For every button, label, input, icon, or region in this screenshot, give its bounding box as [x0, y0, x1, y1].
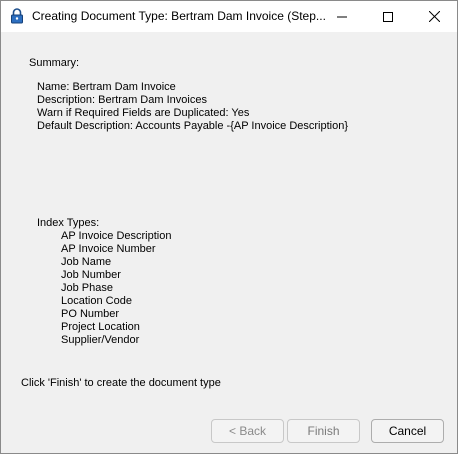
close-button[interactable] [411, 1, 457, 32]
wizard-content: Summary: Name: Bertram Dam Invoice Descr… [1, 32, 457, 453]
back-button[interactable]: < Back [211, 419, 284, 443]
summary-name: Name: Bertram Dam Invoice [37, 81, 176, 93]
summary-default-description: Default Description: Accounts Payable -{… [37, 120, 349, 132]
window-title: Creating Document Type: Bertram Dam Invo… [32, 9, 326, 23]
minimize-button[interactable] [319, 1, 365, 32]
lock-icon [10, 8, 24, 24]
index-types-label: Index Types: [37, 217, 100, 229]
maximize-button[interactable] [365, 1, 411, 32]
cancel-button[interactable]: Cancel [371, 419, 444, 443]
minimize-icon [337, 16, 347, 17]
index-type-item: Job Name [61, 256, 112, 268]
wizard-window: Creating Document Type: Bertram Dam Invo… [0, 0, 458, 454]
finish-hint: Click 'Finish' to create the document ty… [21, 377, 221, 389]
index-type-item: Supplier/Vendor [61, 334, 140, 346]
summary-description: Description: Bertram Dam Invoices [37, 94, 207, 106]
index-type-item: Project Location [61, 321, 140, 333]
index-type-item: Job Phase [61, 282, 113, 294]
index-type-item: PO Number [61, 308, 120, 320]
maximize-icon [383, 11, 393, 22]
index-type-item: Job Number [61, 269, 121, 281]
summary-label: Summary: [29, 57, 80, 69]
index-types-list: AP Invoice Description AP Invoice Number… [61, 230, 171, 347]
finish-button[interactable]: Finish [287, 419, 360, 443]
summary-warn-duplicates: Warn if Required Fields are Duplicated: … [37, 107, 250, 119]
summary-details: Name: Bertram Dam Invoice Description: B… [37, 81, 348, 133]
index-type-item: AP Invoice Description [61, 230, 172, 242]
index-type-item: Location Code [61, 295, 132, 307]
title-bar[interactable]: Creating Document Type: Bertram Dam Invo… [1, 1, 457, 32]
index-type-item: AP Invoice Number [61, 243, 156, 255]
close-icon [428, 11, 440, 22]
